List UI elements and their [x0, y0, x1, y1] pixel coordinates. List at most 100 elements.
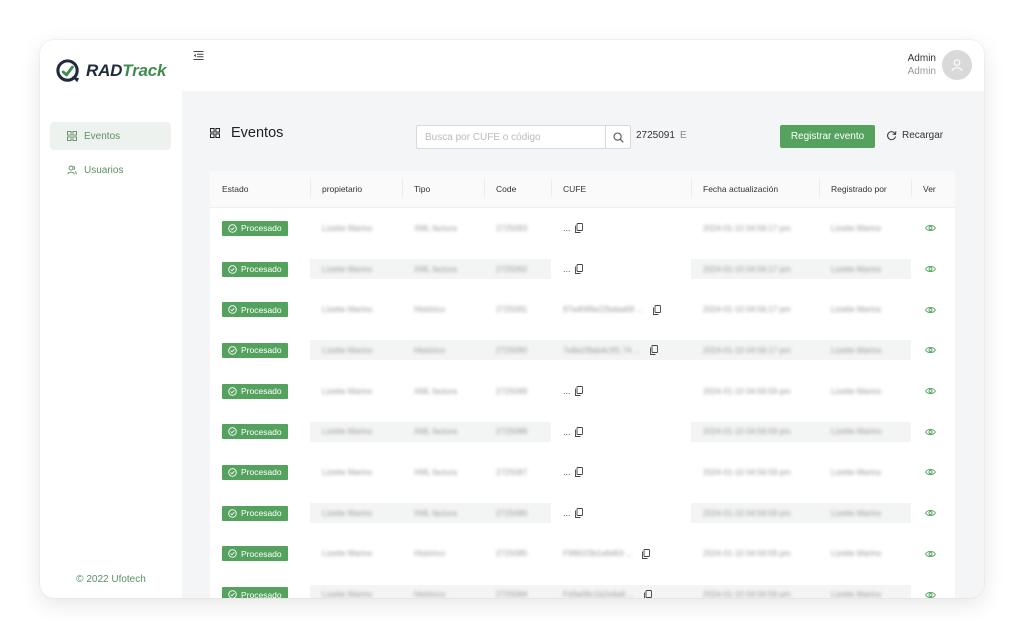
page-title: Eventos [231, 125, 284, 141]
avatar[interactable] [942, 50, 972, 80]
grid-icon [67, 131, 77, 141]
column-header-cufe[interactable]: CUFE [551, 179, 691, 197]
date-text: 2024-01-10 04:56:17 pm [703, 305, 791, 315]
check-circle-icon [228, 224, 237, 233]
sidebar-item-eventos[interactable]: Eventos [50, 122, 171, 150]
status-badge: Procesado [222, 424, 288, 440]
type-text: Histórico [414, 345, 446, 355]
owner-text: Lizette Marino [322, 467, 373, 477]
sidebar-item-usuarios[interactable]: Usuarios [50, 156, 171, 184]
view-eye-icon[interactable] [925, 265, 936, 273]
search-input[interactable] [417, 126, 605, 148]
check-circle-icon [228, 590, 237, 598]
cufe-text: ... [563, 467, 571, 478]
copy-icon[interactable] [642, 548, 651, 559]
column-header-propietario[interactable]: propietario [310, 179, 402, 197]
type-text: XML factura [414, 223, 457, 233]
type-text: XML factura [414, 508, 457, 518]
search-button[interactable] [605, 126, 630, 148]
column-header-estado[interactable]: Estado [210, 184, 310, 194]
copy-icon[interactable] [644, 589, 653, 598]
date-text: 2024-01-10 04:56:59 pm [703, 549, 791, 559]
registered-by-text: Lizette Marino [831, 223, 882, 233]
code-text: 2725092 [496, 264, 528, 274]
date-text: 2024-01-10 04:56:59 pm [703, 508, 791, 518]
status-badge: Procesado [222, 383, 288, 399]
table-row: Procesado Lizette Marino XML factura 272509… [210, 249, 955, 290]
view-eye-icon[interactable] [925, 224, 936, 232]
copy-icon[interactable] [653, 304, 662, 315]
check-circle-icon [228, 305, 237, 314]
status-badge: Procesado [222, 220, 288, 236]
view-eye-icon[interactable] [925, 306, 936, 314]
registered-by-text: Lizette Marino [831, 345, 882, 355]
logo-text: RADTrack [86, 61, 167, 80]
code-text: 2725090 [496, 345, 528, 355]
cufe-text: ... [563, 386, 571, 397]
check-circle-icon [228, 427, 237, 437]
column-header-ver[interactable]: Ver [911, 179, 955, 197]
user-role: Admin [907, 66, 936, 77]
check-circle-icon [228, 386, 237, 396]
table-row: Procesado Lizette Marino XML factura 272508… [210, 371, 955, 412]
copy-icon[interactable] [574, 508, 583, 519]
view-eye-icon[interactable] [925, 550, 936, 558]
owner-text: Lizette Marino [322, 223, 373, 233]
owner-text: Lizette Marino [322, 590, 373, 598]
cufe-text: ... [563, 508, 571, 519]
logo[interactable]: RADTrack [55, 56, 166, 86]
cufe-text: 7e8a1f9ab4c3f1.74 ... [563, 345, 641, 355]
view-eye-icon[interactable] [925, 387, 936, 395]
reload-label: Recargar [902, 130, 944, 141]
column-header-tipo[interactable]: Tipo [402, 179, 484, 197]
check-circle-icon [228, 346, 237, 355]
register-event-button[interactable]: Registrar evento [780, 125, 875, 148]
view-eye-icon[interactable] [925, 468, 936, 476]
view-eye-icon[interactable] [925, 509, 936, 517]
reload-icon [887, 131, 897, 141]
copy-icon[interactable] [574, 264, 583, 274]
cufe-text: ... [563, 223, 571, 234]
cufe-text: F9f6023b1a6d63 ... [563, 549, 633, 559]
registered-by-text: Lizette Marino [831, 590, 882, 598]
owner-text: Lizette Marino [322, 345, 373, 355]
type-text: XML factura [414, 264, 457, 274]
sidebar: RADTrack Eventos Usuarios © 2022 Ufotech [40, 40, 182, 598]
code-text: 2725091 [496, 305, 528, 315]
status-badge: Procesado [222, 587, 288, 598]
grid-icon [210, 128, 220, 138]
code-text: 2725088 [496, 427, 528, 437]
owner-text: Lizette Marino [322, 305, 373, 315]
column-header-fecha[interactable]: Fecha actualización [691, 179, 819, 197]
search-result: 2725091 E [636, 130, 687, 141]
view-eye-icon[interactable] [925, 428, 936, 436]
user-menu[interactable]: Admin Admin [908, 50, 972, 80]
copy-icon[interactable] [650, 345, 659, 356]
status-badge: Procesado [222, 546, 288, 562]
owner-text: Lizette Marino [322, 508, 373, 518]
column-header-code[interactable]: Code [484, 179, 551, 197]
code-text: 2725086 [496, 508, 528, 518]
copy-icon[interactable] [574, 467, 583, 478]
copy-icon[interactable] [574, 223, 583, 234]
column-header-registrado[interactable]: Registrado por [819, 179, 911, 197]
status-badge: Procesado [222, 505, 288, 521]
menu-fold-icon[interactable] [193, 50, 204, 61]
main-content: Eventos 2725091E Registrar evento Recarg… [182, 91, 984, 598]
sidebar-item-label: Usuarios [84, 164, 124, 176]
view-eye-icon[interactable] [925, 346, 936, 354]
cufe-text: 97a4f4f6e22bdaa69 ... [563, 305, 644, 315]
cufe-text: Fd3a09c1b2e4a6 ... [563, 590, 635, 598]
reload-button[interactable]: Recargar [886, 130, 943, 141]
copy-icon[interactable] [574, 426, 583, 437]
registered-by-text: Lizette Marino [831, 264, 882, 274]
table-row: Procesado Lizette Marino Histórico 2725085 F… [210, 534, 955, 575]
check-circle-icon [228, 508, 237, 518]
owner-text: Lizette Marino [322, 264, 373, 274]
status-badge: Procesado [222, 261, 288, 277]
view-eye-icon[interactable] [925, 591, 936, 598]
search-box [416, 125, 631, 149]
table-row: Procesado Lizette Marino XML factura 272509… [210, 208, 955, 249]
date-text: 2024-01-10 04:56:59 pm [703, 386, 791, 396]
copy-icon[interactable] [574, 386, 583, 397]
